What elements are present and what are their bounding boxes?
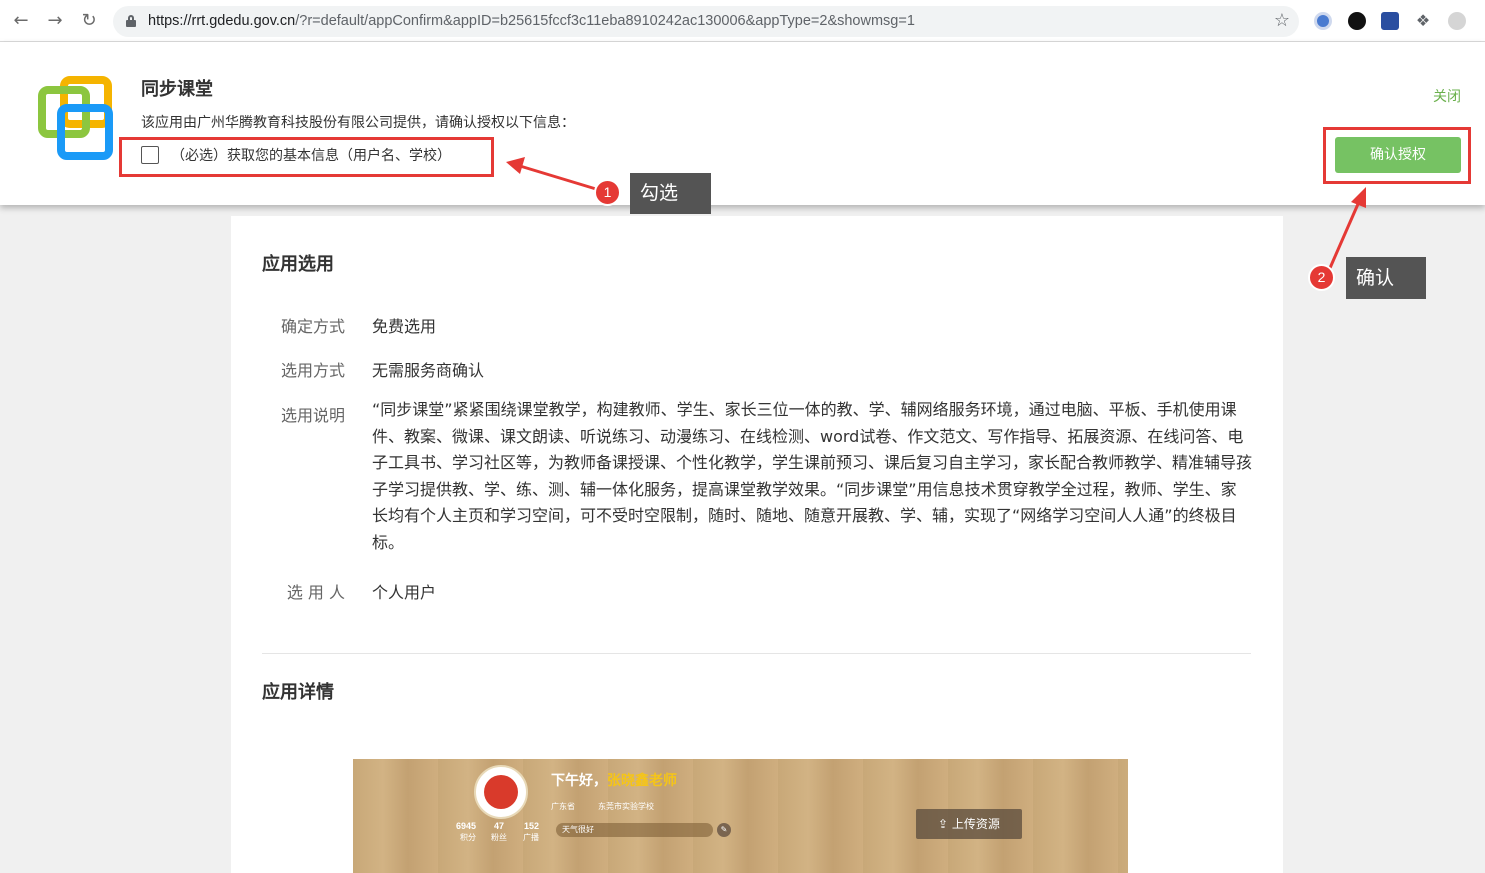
stat-label: 积分 (460, 833, 476, 842)
callout-label-2: 确认 (1346, 257, 1426, 299)
greeting-text: 下午好，张晓鑫老师 (551, 773, 677, 789)
lock-icon (126, 15, 136, 27)
highlight-box-confirm (1323, 127, 1471, 184)
app-title: 同步课堂 (141, 79, 213, 100)
close-link[interactable]: 关闭 (1433, 86, 1461, 106)
section-divider (262, 653, 1251, 654)
weather-bar: 天气很好 (556, 823, 713, 837)
row-key-select-method: 选用方式 (280, 361, 345, 380)
row-key-user: 选 用 人 (286, 583, 345, 602)
arrow-right-icon[interactable]: → (45, 11, 65, 31)
section-title-selection: 应用选用 (262, 254, 334, 275)
star-icon[interactable]: ☆ (1274, 10, 1290, 31)
pencil-icon: ✎ (717, 823, 731, 837)
app-preview-image: 下午好，张晓鑫老师 广东省 东莞市实验学校 6945 积分 47 粉丝 152 … (353, 759, 1128, 873)
profile-icon[interactable] (1448, 12, 1466, 30)
stat-label: 粉丝 (491, 833, 507, 842)
app-description: 该应用由广州华腾教育科技股份有限公司提供，请确认授权以下信息： (141, 115, 575, 131)
reload-icon[interactable]: ↻ (79, 11, 99, 31)
address-bar[interactable]: https://rrt.gdedu.gov.cn/?r=default/appC… (113, 6, 1299, 37)
app-logo (38, 76, 114, 160)
upload-resource-button: ⇪ 上传资源 (916, 809, 1022, 839)
row-value-select-method: 无需服务商确认 (372, 361, 485, 380)
arrow-left-icon[interactable]: ← (11, 11, 31, 31)
callout-number-1: 1 (594, 179, 621, 206)
province-text: 广东省 (551, 802, 575, 811)
row-key-description: 选用说明 (280, 406, 345, 425)
puzzle-icon[interactable]: ❖ (1414, 12, 1432, 30)
url-text[interactable]: https://rrt.gdedu.gov.cn/?r=default/appC… (148, 13, 915, 29)
row-value-user: 个人用户 (372, 583, 437, 602)
section-title-details: 应用详情 (262, 682, 334, 703)
highlight-box-checkbox (119, 137, 494, 177)
row-key-confirm-method: 确定方式 (280, 317, 345, 336)
callout-number-2: 2 (1308, 264, 1335, 291)
auth-panel: 同步课堂 该应用由广州华腾教育科技股份有限公司提供，请确认授权以下信息： （必选… (0, 42, 1485, 205)
stat-number: 47 (494, 821, 505, 831)
callout-label-1: 勾选 (630, 173, 711, 214)
row-value-confirm-method: 免费选用 (372, 317, 437, 336)
extension-3-icon[interactable] (1381, 12, 1399, 30)
row-value-description: “同步课堂”紧紧围绕课堂教学，构建教师、学生、家长三位一体的教、学、辅网络服务环… (372, 400, 1253, 552)
extension-2-icon[interactable] (1348, 12, 1366, 30)
stat-label: 广播 (523, 833, 539, 842)
extension-1-icon[interactable] (1314, 12, 1332, 30)
school-text: 东莞市实验学校 (598, 802, 654, 811)
stat-number: 6945 (456, 821, 477, 831)
avatar (474, 765, 528, 819)
stat-number: 152 (524, 821, 540, 831)
browser-toolbar: ← → ↻ https://rrt.gdedu.gov.cn/?r=defaul… (0, 0, 1485, 42)
